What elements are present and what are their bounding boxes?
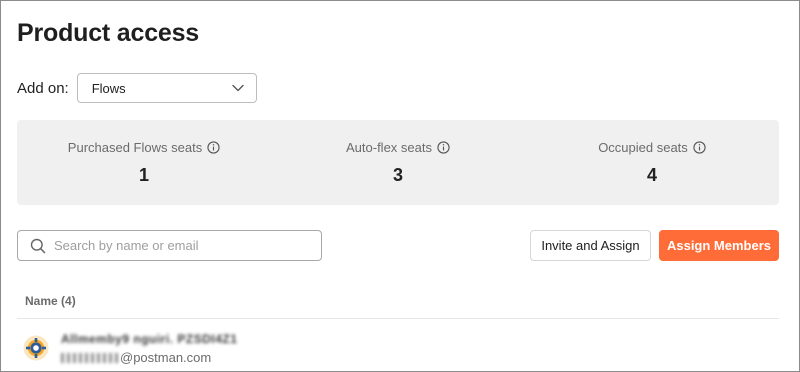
chevron-down-icon (232, 84, 244, 92)
stat-purchased-seats: Purchased Flows seats 1 (17, 120, 271, 205)
search-icon (30, 238, 46, 253)
stat-label: Occupied seats (598, 140, 688, 155)
addon-label: Add on: (17, 79, 69, 97)
stat-value: 1 (138, 165, 149, 185)
user-info: Allmemby9 nguiri. PZSDI4Z1 @postman.com (61, 331, 237, 365)
user-name: Allmemby9 nguiri. PZSDI4Z1 (61, 332, 238, 346)
product-access-panel: Product access Add on: Flows Purchased F… (0, 0, 800, 372)
assign-members-button[interactable]: Assign Members (659, 230, 779, 261)
redacted-email-prefix (61, 352, 119, 363)
name-column-header[interactable]: Name (4) (25, 294, 76, 308)
info-icon[interactable] (693, 141, 706, 154)
stat-label: Purchased Flows seats (67, 140, 203, 155)
stat-value: 4 (646, 165, 657, 185)
info-icon[interactable] (437, 141, 450, 154)
invite-and-assign-button[interactable]: Invite and Assign (530, 230, 651, 261)
stat-value: 3 (392, 165, 403, 185)
user-avatar-icon (23, 335, 49, 361)
seat-stats-panel: Purchased Flows seats 1 Auto-flex seats … (17, 120, 779, 205)
info-icon[interactable] (207, 141, 220, 154)
search-input[interactable] (54, 238, 314, 253)
page-title: Product access (17, 19, 200, 47)
stat-occupied-seats: Occupied seats 4 (525, 120, 779, 205)
addon-selector-row: Add on: Flows (17, 73, 257, 103)
search-field[interactable] (17, 230, 322, 261)
table-row[interactable]: Allmemby9 nguiri. PZSDI4Z1 @postman.com (23, 331, 237, 365)
user-email: @postman.com (61, 350, 237, 365)
stat-label: Auto-flex seats (346, 140, 432, 155)
addon-selected-value: Flows (91, 80, 126, 96)
header-divider (17, 318, 779, 319)
addon-select[interactable]: Flows (76, 73, 257, 103)
stat-autoflex-seats: Auto-flex seats 3 (271, 120, 525, 205)
user-email-domain: @postman.com (120, 350, 212, 365)
